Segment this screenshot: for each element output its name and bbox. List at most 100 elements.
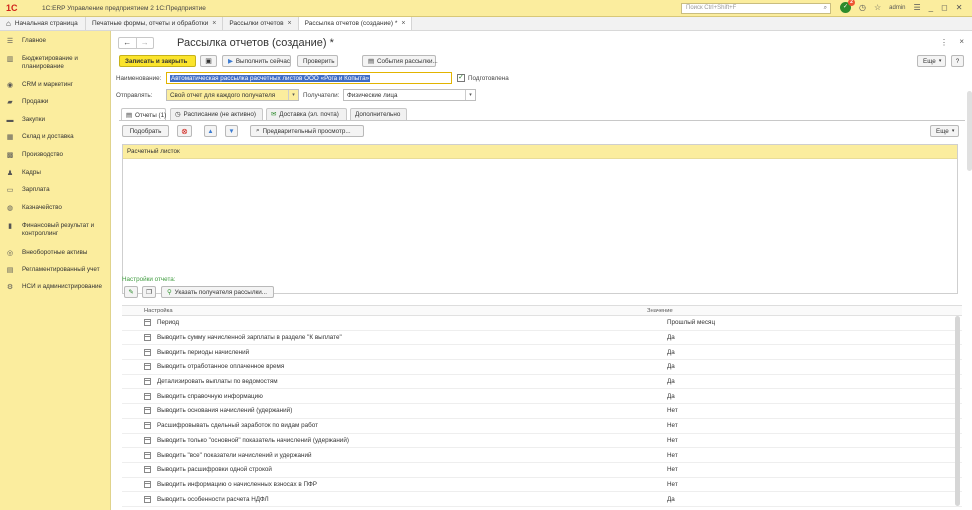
calendar-icon <box>144 392 151 400</box>
table-row[interactable]: Выводить "все" показатели начислений и у… <box>122 448 962 463</box>
sidebar-item[interactable]: ▩ Производство <box>0 151 111 160</box>
setting-value[interactable]: Прошлый месяц <box>667 319 817 326</box>
specify-recipient-button[interactable]: ⚲ Указать получателя рассылки... <box>161 286 274 298</box>
close-form-icon[interactable]: × <box>959 37 964 46</box>
table-row[interactable]: Выводить особенности расчета НДФЛ Да <box>122 492 962 507</box>
chevron-down-icon[interactable]: ▾ <box>465 90 475 100</box>
sidebar-item[interactable]: ▰ Продажи <box>0 98 111 107</box>
delete-icon: ⊗ <box>181 126 188 136</box>
tab-home[interactable]: ⌂ Начальная страница <box>0 17 86 30</box>
settings-menu-icon[interactable]: ☰ <box>914 3 921 12</box>
user-name[interactable]: admin <box>889 5 905 11</box>
list-item[interactable]: Расчетный листок <box>123 145 957 159</box>
delete-button[interactable]: ⊗ <box>177 125 192 137</box>
sidebar-item[interactable]: ▮ Финансовый результат и контроллинг <box>0 222 111 237</box>
setting-value[interactable]: Да <box>667 393 817 400</box>
minimize-icon[interactable]: _ <box>929 3 933 12</box>
tab-report-mailing-create[interactable]: Рассылка отчетов (создание) * × <box>298 17 413 30</box>
close-tab-icon[interactable]: × <box>288 20 292 27</box>
sidebar-item-label: Казначейство <box>22 204 62 211</box>
send-mode-select[interactable]: Свой отчет для каждого получателя ▾ <box>166 89 299 101</box>
form-scrollbar[interactable] <box>967 91 972 171</box>
history-icon[interactable]: ◷ <box>859 3 866 12</box>
global-search-input[interactable]: Поиск Ctrl+Shift+F ⌕ <box>681 3 831 14</box>
table-row[interactable]: Выводить основания начислений (удержаний… <box>122 404 962 419</box>
more-actions-icon[interactable]: ⋮ <box>940 38 948 47</box>
favorites-icon[interactable]: ☆ <box>874 3 881 12</box>
table-row[interactable]: Выводить информацию о начисленных взноса… <box>122 478 962 493</box>
reports-more-button[interactable]: Еще ▾ <box>930 125 959 137</box>
table-row[interactable]: Выводить сумму начисленной зарплаты в ра… <box>122 331 962 346</box>
table-row[interactable]: Детализировать выплаты по ведомостям Да <box>122 375 962 390</box>
close-tab-icon[interactable]: × <box>212 20 216 27</box>
sidebar-item[interactable]: ☰ Главное <box>0 37 111 46</box>
tab-schedule[interactable]: ◷ Расписание (не активно) <box>170 108 263 120</box>
preview-button[interactable]: ⌕ Предварительный просмотр... <box>250 125 364 137</box>
calendar-icon <box>144 334 151 342</box>
setting-value[interactable]: Нет <box>667 422 817 429</box>
send-label: Отправлять: <box>116 92 153 99</box>
setting-value[interactable]: Нет <box>667 452 817 459</box>
setting-value[interactable]: Да <box>667 496 817 503</box>
table-row[interactable]: Выводить только "основной" показатель на… <box>122 434 962 449</box>
sidebar-item[interactable]: ♟ Кадры <box>0 169 111 178</box>
tab-report-mailings[interactable]: Рассылки отчетов × <box>223 17 299 30</box>
setting-value[interactable]: Да <box>667 349 817 356</box>
pick-button[interactable]: Подобрать <box>122 125 169 137</box>
prepared-checkbox[interactable]: ✓ <box>457 74 465 82</box>
copy-button[interactable]: ❐ <box>142 286 156 298</box>
table-row[interactable]: Выводить справочную информацию Да <box>122 389 962 405</box>
book-icon: ▤ <box>6 267 14 274</box>
run-now-button[interactable]: ▶ Выполнить сейчас <box>222 55 291 67</box>
close-window-icon[interactable]: ✕ <box>956 3 963 12</box>
close-tab-icon[interactable]: × <box>401 20 405 27</box>
search-icon[interactable]: ⌕ <box>824 4 827 13</box>
setting-name: Выводить основания начислений (удержаний… <box>157 407 293 415</box>
chevron-down-icon[interactable]: ▾ <box>288 90 298 100</box>
setting-value[interactable]: Да <box>667 363 817 370</box>
table-row[interactable]: Период Прошлый месяц <box>122 316 962 331</box>
sidebar-item[interactable]: ⚙ НСИ и администрирование <box>0 283 111 292</box>
settings-scrollbar[interactable] <box>955 316 960 506</box>
table-row[interactable]: Выводить периоды начислений Да <box>122 345 962 361</box>
table-row[interactable]: Расшифровывать сдельный заработок по вид… <box>122 419 962 434</box>
setting-value[interactable]: Нет <box>667 481 817 488</box>
setting-value[interactable]: Нет <box>667 437 817 444</box>
edit-settings-button[interactable]: ✎ <box>124 286 138 298</box>
save-button[interactable]: ▣ <box>200 55 217 67</box>
save-and-close-button[interactable]: Записать и закрыть <box>119 55 196 67</box>
setting-value[interactable]: Да <box>667 378 817 385</box>
move-up-button[interactable]: ▲ <box>204 125 217 137</box>
name-field[interactable]: Автоматическая рассылка расчетных листов… <box>166 72 452 84</box>
setting-value[interactable]: Да <box>667 334 817 341</box>
sidebar-item[interactable]: ▭ Зарплата <box>0 186 111 195</box>
sidebar-item[interactable]: ▦ Склад и доставка <box>0 133 111 142</box>
notifications-icon[interactable]: ✓ 2 <box>840 0 855 13</box>
more-button[interactable]: Еще ▾ <box>917 55 946 67</box>
warehouse-icon: ▦ <box>6 134 14 141</box>
sidebar-item[interactable]: ▥ Бюджетирование и планирование <box>0 55 111 70</box>
sidebar-item-label: Регламентированный учет <box>22 266 100 273</box>
setting-value[interactable]: Нет <box>667 466 817 473</box>
setting-value[interactable]: Нет <box>667 407 817 414</box>
tab-additional[interactable]: Дополнительно <box>350 108 407 120</box>
restore-icon[interactable]: ◻ <box>941 3 948 12</box>
sidebar-item[interactable]: ◉ CRM и маркетинг <box>0 81 111 90</box>
sidebar-item[interactable]: ▤ Регламентированный учет <box>0 266 111 275</box>
check-button[interactable]: Проверить <box>297 55 338 67</box>
help-button[interactable]: ? <box>951 55 964 67</box>
move-down-button[interactable]: ▼ <box>225 125 238 137</box>
sidebar-item[interactable]: ◍ Казначейство <box>0 204 111 213</box>
sidebar-item[interactable]: ◎ Внеоборотные активы <box>0 249 111 258</box>
events-button[interactable]: ▤ События рассылки... <box>362 55 438 67</box>
forward-icon[interactable]: → <box>135 38 154 48</box>
sidebar-item-label: Кадры <box>22 169 41 176</box>
table-row[interactable]: Выводить отработанное оплаченное время Да <box>122 360 962 375</box>
table-row[interactable]: Выводить расшифровки одной строкой Нет <box>122 463 962 478</box>
sidebar-item[interactable]: ▬ Закупки <box>0 116 111 125</box>
recipients-select[interactable]: Физические лица ▾ <box>343 89 476 101</box>
tab-print-forms[interactable]: Печатные формы, отчеты и обработки × <box>86 17 224 30</box>
back-icon[interactable]: ← <box>119 38 136 48</box>
tab-delivery[interactable]: ✉ Доставка (эл. почта) <box>266 108 347 120</box>
sidebar-item-label: CRM и маркетинг <box>22 81 73 88</box>
